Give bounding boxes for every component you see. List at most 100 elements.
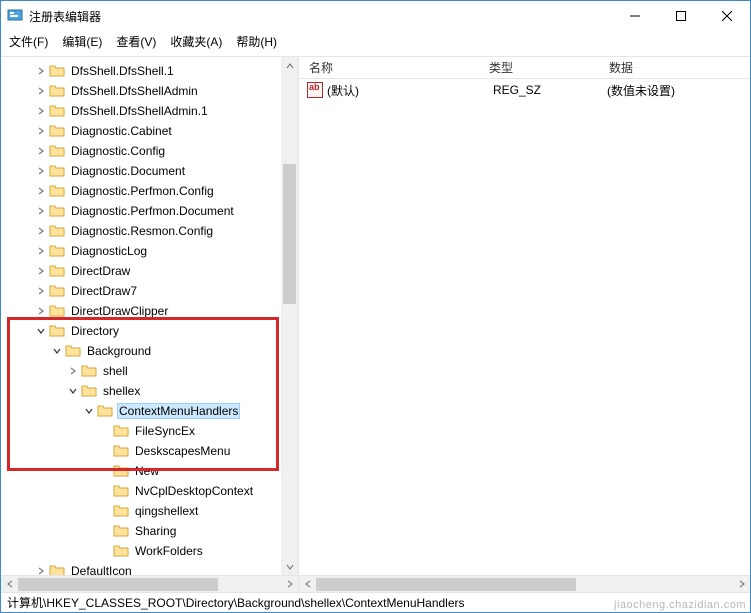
tree-item[interactable]: Background	[1, 341, 298, 361]
expand-icon[interactable]	[33, 223, 49, 239]
tree-scrollbar-horizontal[interactable]	[1, 575, 298, 592]
folder-icon	[49, 164, 65, 178]
tree-label: NvCplDesktopContext	[133, 483, 255, 499]
tree-item[interactable]: Sharing	[1, 521, 298, 541]
expand-icon[interactable]	[33, 183, 49, 199]
menu-edit[interactable]: 编辑(E)	[62, 33, 102, 50]
tree-scrollbar-vertical[interactable]	[281, 57, 298, 575]
list-row[interactable]: ab (默认) REG_SZ (数值未设置)	[299, 79, 750, 99]
tree-label: WorkFolders	[133, 543, 205, 559]
expand-icon[interactable]	[33, 263, 49, 279]
tree-item[interactable]: Diagnostic.Perfmon.Config	[1, 181, 298, 201]
expand-icon[interactable]	[33, 83, 49, 99]
scroll-thumb[interactable]	[18, 578, 218, 591]
expand-icon[interactable]	[65, 383, 81, 399]
tree-item[interactable]: DfsShell.DfsShellAdmin.1	[1, 101, 298, 121]
tree-item[interactable]: DfsShell.DfsShell.1	[1, 61, 298, 81]
scroll-left-icon[interactable]	[299, 576, 316, 593]
string-value-icon: ab	[307, 82, 323, 98]
tree-label: Diagnostic.Config	[69, 143, 167, 159]
expand-icon[interactable]	[33, 63, 49, 79]
expand-icon[interactable]	[33, 143, 49, 159]
scroll-thumb[interactable]	[316, 578, 576, 591]
tree-item[interactable]: qingshellext	[1, 501, 298, 521]
tree-item[interactable]: DefaultIcon	[1, 561, 298, 575]
column-name[interactable]: 名称	[299, 59, 479, 76]
minimize-button[interactable]	[612, 1, 658, 31]
expand-icon[interactable]	[33, 563, 49, 575]
menu-favorites[interactable]: 收藏夹(A)	[170, 33, 222, 50]
scroll-right-icon[interactable]	[281, 576, 298, 593]
titlebar: 注册表编辑器	[1, 1, 750, 31]
tree-label: DirectDraw	[69, 263, 132, 279]
tree-label: DirectDrawClipper	[69, 303, 170, 319]
column-data[interactable]: 数据	[599, 59, 750, 76]
tree-item[interactable]: NvCplDesktopContext	[1, 481, 298, 501]
menu-file[interactable]: 文件(F)	[9, 33, 48, 50]
tree-item[interactable]: shellex	[1, 381, 298, 401]
tree-item[interactable]: WorkFolders	[1, 541, 298, 561]
expand-icon[interactable]	[97, 503, 113, 519]
scroll-right-icon[interactable]	[733, 576, 750, 593]
scroll-left-icon[interactable]	[1, 576, 18, 593]
expand-icon[interactable]	[33, 203, 49, 219]
tree-item[interactable]: Diagnostic.Config	[1, 141, 298, 161]
tree-label: DfsShell.DfsShellAdmin.1	[69, 103, 210, 119]
tree-item[interactable]: Diagnostic.Perfmon.Document	[1, 201, 298, 221]
expand-icon[interactable]	[33, 163, 49, 179]
expand-icon[interactable]	[81, 403, 97, 419]
list-header: 名称 类型 数据	[299, 57, 750, 79]
scroll-down-icon[interactable]	[281, 558, 298, 575]
tree-item[interactable]: Directory	[1, 321, 298, 341]
registry-tree[interactable]: DfsShell.DfsShell.1DfsShell.DfsShellAdmi…	[1, 57, 298, 575]
expand-icon[interactable]	[97, 483, 113, 499]
expand-icon[interactable]	[97, 423, 113, 439]
value-name: (默认)	[327, 82, 487, 99]
app-icon	[7, 7, 23, 26]
values-list[interactable]: ab (默认) REG_SZ (数值未设置)	[299, 79, 750, 575]
tree-pane: DfsShell.DfsShell.1DfsShell.DfsShellAdmi…	[1, 57, 299, 592]
status-path: 计算机\HKEY_CLASSES_ROOT\Directory\Backgrou…	[7, 594, 465, 611]
expand-icon[interactable]	[97, 463, 113, 479]
close-button[interactable]	[704, 1, 750, 31]
tree-item[interactable]: DirectDrawClipper	[1, 301, 298, 321]
tree-item[interactable]: DeskscapesMenu	[1, 441, 298, 461]
scroll-thumb[interactable]	[283, 164, 296, 304]
expand-icon[interactable]	[97, 523, 113, 539]
maximize-button[interactable]	[658, 1, 704, 31]
tree-item[interactable]: DiagnosticLog	[1, 241, 298, 261]
expand-icon[interactable]	[97, 443, 113, 459]
column-type[interactable]: 类型	[479, 59, 599, 76]
tree-item[interactable]: DirectDraw	[1, 261, 298, 281]
expand-icon[interactable]	[49, 343, 65, 359]
tree-label: DiagnosticLog	[69, 243, 149, 259]
window-buttons	[612, 1, 750, 31]
expand-icon[interactable]	[33, 123, 49, 139]
tree-label: shell	[101, 363, 130, 379]
menu-view[interactable]: 查看(V)	[116, 33, 156, 50]
tree-item[interactable]: DirectDraw7	[1, 281, 298, 301]
list-scrollbar-horizontal[interactable]	[299, 575, 750, 592]
folder-icon	[49, 204, 65, 218]
folder-icon	[49, 264, 65, 278]
menu-help[interactable]: 帮助(H)	[236, 33, 277, 50]
value-type: REG_SZ	[487, 83, 607, 97]
tree-item[interactable]: Diagnostic.Resmon.Config	[1, 221, 298, 241]
tree-item[interactable]: DfsShell.DfsShellAdmin	[1, 81, 298, 101]
expand-icon[interactable]	[97, 543, 113, 559]
expand-icon[interactable]	[33, 303, 49, 319]
tree-item[interactable]: ContextMenuHandlers	[1, 401, 298, 421]
expand-icon[interactable]	[33, 243, 49, 259]
tree-item[interactable]: Diagnostic.Document	[1, 161, 298, 181]
statusbar: 计算机\HKEY_CLASSES_ROOT\Directory\Backgrou…	[1, 592, 750, 612]
expand-icon[interactable]	[65, 363, 81, 379]
tree-item[interactable]: FileSyncEx	[1, 421, 298, 441]
tree-item[interactable]: shell	[1, 361, 298, 381]
scroll-up-icon[interactable]	[281, 57, 298, 74]
tree-label: ContextMenuHandlers	[117, 403, 240, 419]
tree-item[interactable]: Diagnostic.Cabinet	[1, 121, 298, 141]
expand-icon[interactable]	[33, 283, 49, 299]
expand-icon[interactable]	[33, 103, 49, 119]
tree-item[interactable]: New	[1, 461, 298, 481]
expand-icon[interactable]	[33, 323, 49, 339]
